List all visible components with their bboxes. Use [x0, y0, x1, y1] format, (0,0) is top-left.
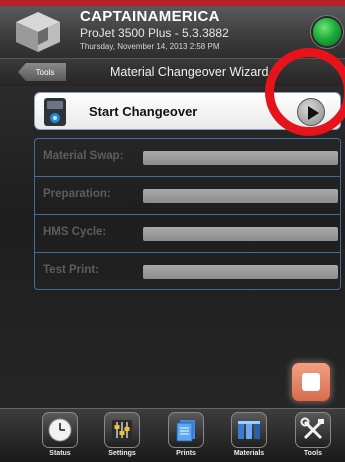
printer-name: CAPTAINAMERICA — [80, 8, 220, 25]
step-label: Material Swap: — [43, 150, 124, 162]
nav-item-prints[interactable]: Prints — [161, 412, 211, 462]
changeover-steps: Material Swap: Preparation: HMS Cycle: T… — [34, 138, 341, 290]
step-preparation: Preparation: — [35, 177, 340, 215]
nav-item-settings[interactable]: Settings — [97, 412, 147, 462]
start-changeover-label: Start Changeover — [89, 104, 198, 119]
play-button[interactable] — [297, 98, 325, 126]
bottom-navigation: Status Settings Prints Materials Tools — [0, 408, 345, 462]
printer-model: ProJet 3500 Plus - 5.3.3882 — [80, 26, 229, 40]
step-progress-bar — [143, 227, 338, 241]
step-progress-bar — [143, 189, 338, 203]
step-label: HMS Cycle: — [43, 226, 107, 238]
wizard-title-bar: Tools Material Changeover Wizard — [0, 58, 345, 86]
nav-label: Tools — [303, 450, 323, 457]
nav-label: Materials — [233, 450, 265, 457]
tools-icon — [295, 412, 331, 448]
step-material-swap: Material Swap: — [35, 139, 340, 177]
documents-icon — [168, 412, 204, 448]
step-label: Preparation: — [43, 188, 111, 200]
cartridges-icon — [231, 412, 267, 448]
printer-cube-logo — [16, 12, 60, 52]
step-progress-bar — [143, 265, 338, 279]
step-test-print: Test Print: — [35, 253, 340, 291]
status-light-icon[interactable] — [313, 18, 341, 46]
back-to-tools-button[interactable]: Tools — [18, 63, 66, 81]
nav-item-status[interactable]: Status — [35, 412, 85, 462]
start-changeover-row[interactable]: Start Changeover — [34, 92, 341, 130]
nav-item-tools[interactable]: Tools — [288, 412, 338, 462]
nav-label: Status — [49, 450, 71, 457]
date-time: Thursday, November 14, 2013 2:58 PM — [80, 42, 220, 51]
nav-item-materials[interactable]: Materials — [224, 412, 274, 462]
material-cartridge-icon — [44, 98, 66, 126]
wizard-panel: Start Changeover Material Swap: Preparat… — [0, 86, 345, 408]
stop-button[interactable] — [292, 363, 330, 401]
nav-label: Prints — [176, 450, 196, 457]
nav-label: Settings — [108, 450, 136, 457]
step-hms-cycle: HMS Cycle: — [35, 215, 340, 253]
clock-icon — [42, 412, 78, 448]
sliders-icon — [104, 412, 140, 448]
step-label: Test Print: — [43, 264, 100, 276]
header: CAPTAINAMERICA ProJet 3500 Plus - 5.3.38… — [0, 6, 345, 58]
page-title: Material Changeover Wizard — [110, 65, 269, 79]
step-progress-bar — [143, 151, 338, 165]
